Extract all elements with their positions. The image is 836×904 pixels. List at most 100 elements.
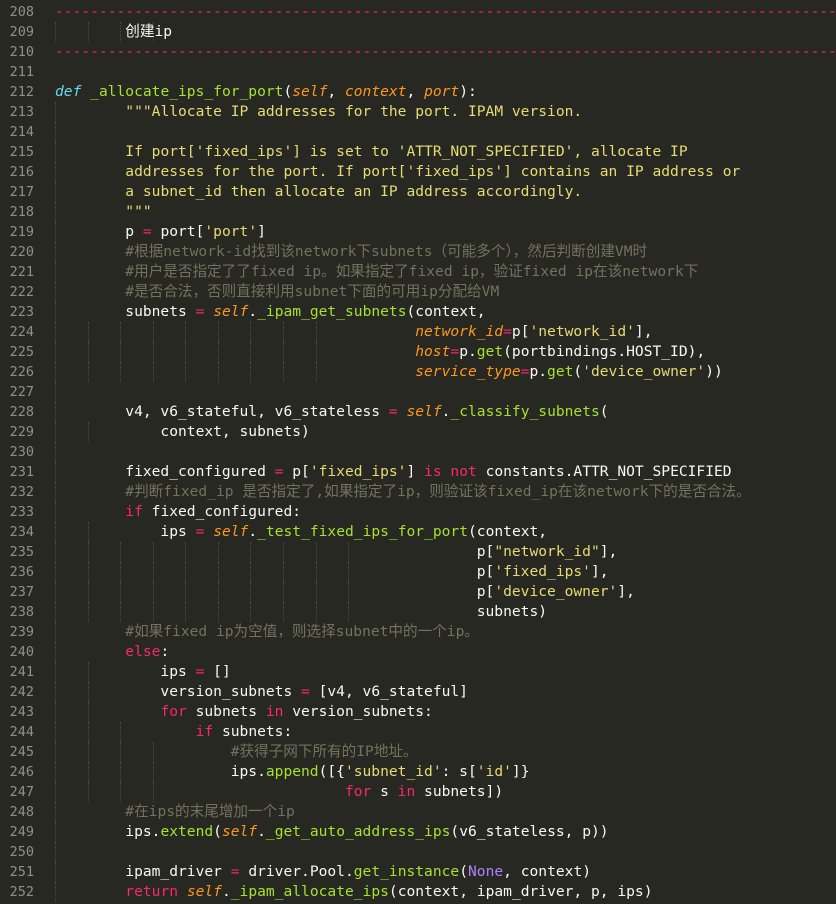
code-line[interactable]: 219 p = port['port'] [0, 222, 836, 242]
token-pl: ( [459, 863, 468, 880]
code-line[interactable]: 251 ipam_driver = driver.Pool.get_instan… [0, 862, 836, 882]
code-line[interactable]: 228 v4, v6_stateful, v6_stateless = self… [0, 402, 836, 422]
code-line[interactable]: 249 ips.extend(self._get_auto_address_ip… [0, 822, 836, 842]
code-text: #用户是否指定了了fixed ip。如果指定了fixed ip，验证fixed … [55, 262, 698, 282]
code-line[interactable]: 217 a subnet_id then allocate an IP addr… [0, 182, 836, 202]
line-number: 245 [9, 744, 34, 760]
line-number: 222 [9, 284, 34, 300]
code-text: """Allocate IP addresses for the port. I… [55, 102, 582, 122]
token-self: self [213, 303, 249, 320]
token-cm: #如果fixed ip为空值，则选择subnet中的一个ip。 [125, 623, 479, 640]
code-line[interactable]: 235 p["network_id"], [0, 542, 836, 562]
code-text: ipam_driver = driver.Pool.get_instance(N… [55, 862, 591, 882]
token-pl: ( [599, 403, 609, 420]
code-line[interactable]: 229 context, subnets) [0, 422, 836, 442]
token-op: = [503, 323, 512, 340]
line-number: 234 [9, 524, 34, 540]
code-line[interactable]: 226 service_type=p.get('device_owner')) [0, 362, 836, 382]
code-text: #在ips的末尾增加一个ip [55, 802, 294, 822]
code-line[interactable]: 211 [0, 62, 836, 82]
token-pl: , [327, 83, 345, 100]
code-text: 创建ip [55, 22, 172, 42]
code-line[interactable]: 225 host=p.get(portbindings.HOST_ID), [0, 342, 836, 362]
code-line[interactable]: 233 if fixed_configured: [0, 502, 836, 522]
token-pl: fixed_configured [55, 463, 275, 480]
code-line[interactable]: 215 If port['fixed_ips'] is set to 'ATTR… [0, 142, 836, 162]
code-text: for subnets in version_subnets: [55, 702, 432, 722]
code-line[interactable]: 222 #是否合法，否则直接利用subnet下面的可用ip分配给VM [0, 282, 836, 302]
code-line[interactable]: 209 创建ip [0, 22, 836, 42]
token-pl: (context, [406, 303, 486, 320]
indent-guide [55, 842, 56, 862]
code-line[interactable]: 208 -------------------------------------… [0, 2, 836, 22]
code-line[interactable]: 238 subnets) [0, 602, 836, 622]
code-line[interactable]: 213 """Allocate IP addresses for the por… [0, 102, 836, 122]
token-param: host [415, 343, 451, 360]
token-pl: . [248, 523, 258, 540]
code-line[interactable]: 236 p['fixed_ips'], [0, 562, 836, 582]
code-line[interactable]: 232 #判断fixed_ip 是否指定了,如果指定了ip，则验证该fixed_… [0, 482, 836, 502]
line-number: 233 [9, 504, 34, 520]
code-line[interactable]: 239 #如果fixed ip为空值，则选择subnet中的一个ip。 [0, 622, 836, 642]
code-line[interactable]: 252 return self._ipam_allocate_ips(conte… [0, 882, 836, 902]
code-text: for s in subnets]) [55, 782, 503, 802]
token-kw: else [125, 643, 161, 660]
token-ds: """Allocate IP addresses for the port. I… [125, 103, 583, 120]
token-op: = [142, 223, 152, 240]
token-pl: subnets: [213, 723, 293, 740]
code-line[interactable]: 247 for s in subnets]) [0, 782, 836, 802]
line-number: 238 [9, 604, 34, 620]
code-line[interactable]: 244 if subnets: [0, 722, 836, 742]
code-line[interactable]: 221 #用户是否指定了了fixed ip。如果指定了fixed ip，验证fi… [0, 262, 836, 282]
token-pl: p[ [55, 583, 495, 600]
code-line[interactable]: 243 for subnets in version_subnets: [0, 702, 836, 722]
code-line[interactable]: 242 version_subnets = [v4, v6_stateful] [0, 682, 836, 702]
code-line[interactable]: 210 -------------------------------------… [0, 42, 836, 62]
line-number: 214 [9, 124, 34, 140]
token-pl: context, subnets) [55, 423, 310, 440]
code-line[interactable]: 224 network_id=p['network_id'], [0, 322, 836, 342]
code-line[interactable]: 214 [0, 122, 836, 142]
token-fn: _allocate_ips_for_port [90, 83, 284, 100]
code-area[interactable]: 208 -------------------------------------… [0, 2, 836, 902]
code-line[interactable]: 241 ips = [] [0, 662, 836, 682]
code-line[interactable]: 218 """ [0, 202, 836, 222]
code-line[interactable]: 246 ips.append([{'subnet_id': s['id']} [0, 762, 836, 782]
line-number: 243 [9, 704, 34, 720]
line-number: 221 [9, 264, 34, 280]
token-param: context [344, 83, 407, 100]
code-line[interactable]: 245 #获得子网下所有的IP地址。 [0, 742, 836, 762]
line-number: 224 [9, 324, 34, 340]
code-text: ----------------------------------------… [55, 2, 836, 22]
token-self: self [213, 523, 249, 540]
code-line[interactable]: 237 p['device_owner'], [0, 582, 836, 602]
code-line[interactable]: 212 def _allocate_ips_for_port(self, cont… [0, 82, 836, 102]
code-line[interactable]: 223 subnets = self._ipam_get_subnets(con… [0, 302, 836, 322]
code-line[interactable]: 234 ips = self._test_fixed_ips_for_port(… [0, 522, 836, 542]
code-line[interactable]: 250 [0, 842, 836, 862]
token-pl: (context, ipam_driver, p, ips) [388, 883, 653, 900]
code-line[interactable]: 230 [0, 442, 836, 462]
token-pl: ] [406, 463, 425, 480]
code-line[interactable]: 248 #在ips的末尾增加一个ip [0, 802, 836, 822]
code-line[interactable]: 231 fixed_configured = p['fixed_ips'] is… [0, 462, 836, 482]
code-text: fixed_configured = p['fixed_ips'] is not… [55, 462, 731, 482]
token-pl: version_subnets [55, 683, 302, 700]
code-line[interactable]: 216 addresses for the port. If port['fix… [0, 162, 836, 182]
code-line[interactable]: 227 [0, 382, 836, 402]
line-number: 225 [9, 344, 34, 360]
token-pl: p[ [283, 463, 310, 480]
token-param: service_type [415, 363, 521, 380]
code-line[interactable]: 240 else: [0, 642, 836, 662]
code-text: ips = [] [55, 662, 230, 682]
token-fn: _get_auto_address_ips [265, 823, 451, 840]
code-line[interactable]: 220 #根据network-id找到该network下subnets（可能多个… [0, 242, 836, 262]
token-pl: subnets [55, 303, 196, 320]
line-number: 239 [9, 624, 34, 640]
code-editor[interactable]: 208 -------------------------------------… [0, 0, 836, 904]
token-fn: get [476, 343, 504, 360]
